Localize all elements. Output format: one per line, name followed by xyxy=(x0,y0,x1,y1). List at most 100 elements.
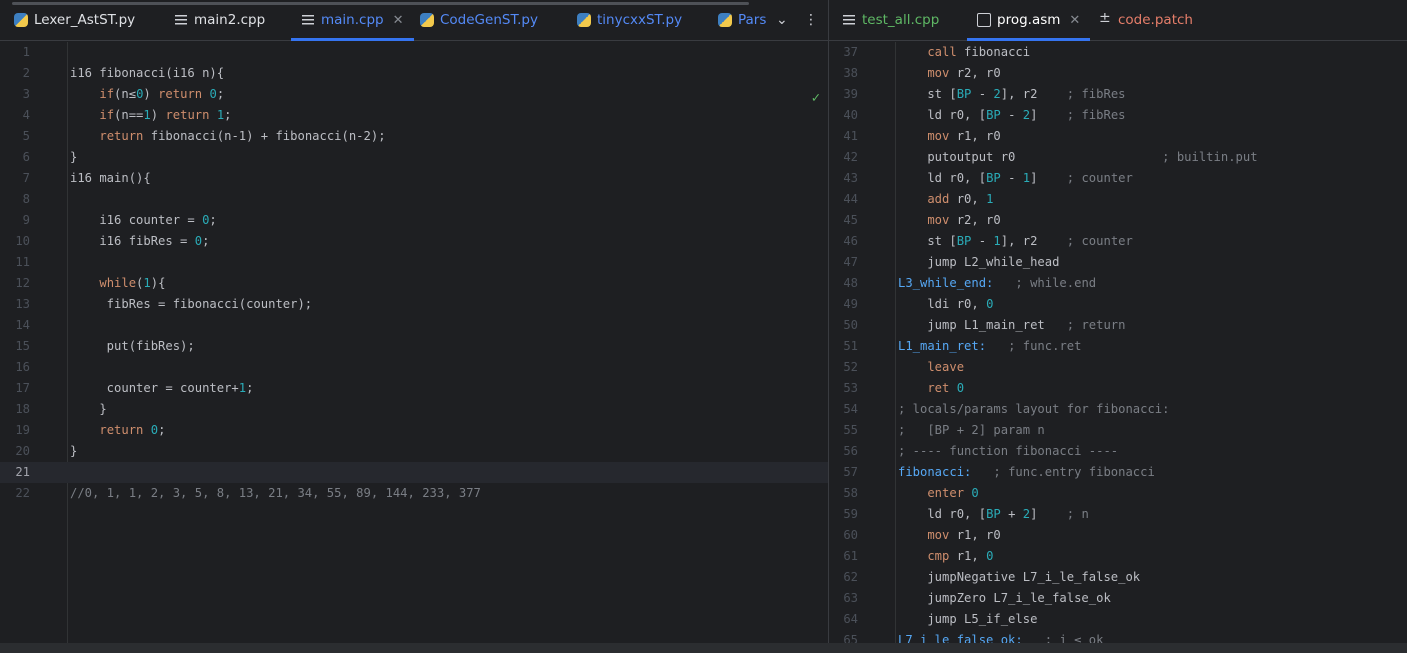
line-number: 52 xyxy=(843,360,858,374)
close-icon[interactable]: ✕ xyxy=(393,13,404,28)
line-number: 5 xyxy=(22,129,30,143)
line-number: 53 xyxy=(843,381,858,395)
code-text: counter = counter+1; xyxy=(70,381,254,395)
code-line[interactable]: 47 jump L2_while_head xyxy=(829,252,1407,273)
code-line[interactable]: 51 L1_main_ret: ; func.ret xyxy=(829,336,1407,357)
code-text: while(1){ xyxy=(99,276,166,290)
code-editor-main-cpp[interactable]: 1 2 i16 fibonacci(i16 n){3 if(n≤0) return … xyxy=(0,42,828,643)
code-line[interactable]: 46 st [BP - 1], r2 ; counter xyxy=(829,231,1407,252)
code-line[interactable]: 38 mov r2, r0 xyxy=(829,63,1407,84)
code-line[interactable]: 52 leave xyxy=(829,357,1407,378)
line-number: 11 xyxy=(15,255,30,269)
code-line[interactable]: 56 ; ---- function fibonacci ---- xyxy=(829,441,1407,462)
code-line[interactable]: 59 ld r0, [BP + 2] ; n xyxy=(829,504,1407,525)
code-editor-prog-asm[interactable]: 37 call fibonacci 38 mov r2, r0 39 st [BP … xyxy=(829,42,1407,643)
code-text: fibonacci: ; func.entry fibonacci xyxy=(898,465,1155,479)
code-line[interactable]: 57 fibonacci: ; func.entry fibonacci xyxy=(829,462,1407,483)
code-line[interactable]: 40 ld r0, [BP - 2] ; fibRes xyxy=(829,105,1407,126)
code-line[interactable]: 14 xyxy=(0,315,828,336)
tab-main2-cpp[interactable]: main2.cpp xyxy=(164,0,275,40)
code-line[interactable]: 13 fibRes = fibonacci(counter); xyxy=(0,294,828,315)
code-text: //0, 1, 1, 2, 3, 5, 8, 13, 21, 34, 55, 8… xyxy=(70,486,481,500)
code-line[interactable]: 61 cmp r1, 0 xyxy=(829,546,1407,567)
close-icon[interactable]: ✕ xyxy=(1069,13,1080,28)
code-line[interactable]: 49 ldi r0, 0 xyxy=(829,294,1407,315)
tab-tinycxxst-py[interactable]: tinycxxST.py xyxy=(567,0,692,40)
code-line[interactable]: 22 //0, 1, 1, 2, 3, 5, 8, 13, 21, 34, 55,… xyxy=(0,483,828,504)
code-line[interactable]: 18 } xyxy=(0,399,828,420)
code-line[interactable]: 55 ; [BP + 2] param n xyxy=(829,420,1407,441)
tab-bar-left: Lexer_AstST.py main2.cpp main.cpp ✕ CodeGenS… xyxy=(0,0,828,41)
tab-lexer-astst-py[interactable]: Lexer_AstST.py xyxy=(4,0,145,40)
code-line[interactable]: 50 jump L1_main_ret ; return xyxy=(829,315,1407,336)
tab-pars[interactable]: Pars xyxy=(708,0,776,40)
line-number: 8 xyxy=(22,192,30,206)
code-line[interactable]: 58 enter 0 xyxy=(829,483,1407,504)
code-line[interactable]: 39 st [BP - 2], r2 ; fibRes xyxy=(829,84,1407,105)
code-line[interactable]: 41 mov r1, r0 xyxy=(829,126,1407,147)
code-text: mov r2, r0 xyxy=(898,213,1001,227)
code-line[interactable]: 54 ; locals/params layout for fibonacci: xyxy=(829,399,1407,420)
code-line[interactable]: 11 xyxy=(0,252,828,273)
tab-prog-asm[interactable]: prog.asm ✕ xyxy=(967,0,1091,41)
code-line[interactable]: 19 return 0; xyxy=(0,420,828,441)
tab-test-all-cpp[interactable]: test_all.cpp xyxy=(832,0,949,40)
code-line[interactable]: 8 xyxy=(0,189,828,210)
code-text: mov r1, r0 xyxy=(898,528,1001,542)
code-line[interactable]: 62 jumpNegative L7_i_le_false_ok xyxy=(829,567,1407,588)
code-line[interactable]: 42 putoutput r0 ; builtin.put xyxy=(829,147,1407,168)
code-line[interactable]: 15 put(fibRes); xyxy=(0,336,828,357)
code-line[interactable]: 5 return fibonacci(n-1) + fibonacci(n-2)… xyxy=(0,126,828,147)
code-line[interactable]: 60 mov r1, r0 xyxy=(829,525,1407,546)
line-number: 54 xyxy=(843,402,858,416)
line-number: 16 xyxy=(15,360,30,374)
code-text: L7_i_le_false_ok: ; i ≤ ok xyxy=(898,633,1104,643)
tab-code-patch[interactable]: code.patch xyxy=(1088,0,1203,40)
code-line[interactable]: 45 mov r2, r0 xyxy=(829,210,1407,231)
line-number: 44 xyxy=(843,192,858,206)
code-line[interactable]: 43 ld r0, [BP - 1] ; counter xyxy=(829,168,1407,189)
code-line[interactable]: 17 counter = counter+1; xyxy=(0,378,828,399)
tab-codegenst-py[interactable]: CodeGenST.py xyxy=(410,0,548,40)
code-line[interactable]: 20} xyxy=(0,441,828,462)
code-line[interactable]: 21 xyxy=(0,462,828,483)
code-line[interactable]: 10 i16 fibRes = 0; xyxy=(0,231,828,252)
code-line[interactable]: 1 xyxy=(0,42,828,63)
line-number: 17 xyxy=(15,381,30,395)
code-line[interactable]: 12 while(1){ xyxy=(0,273,828,294)
code-line[interactable]: 48 L3_while_end: ; while.end xyxy=(829,273,1407,294)
more-options-icon[interactable]: ⋮ xyxy=(804,0,818,40)
code-text: i16 main(){ xyxy=(70,171,151,185)
code-line[interactable]: 44 add r0, 1 xyxy=(829,189,1407,210)
tab-label: tinycxxST.py xyxy=(597,12,683,28)
line-number: 13 xyxy=(15,297,30,311)
tab-label: Pars xyxy=(738,12,767,28)
code-line[interactable]: 7 i16 main(){ xyxy=(0,168,828,189)
line-number: 49 xyxy=(843,297,858,311)
line-number: 22 xyxy=(15,486,30,500)
tab-label: code.patch xyxy=(1118,12,1193,28)
code-line[interactable]: 63 jumpZero L7_i_le_false_ok xyxy=(829,588,1407,609)
code-line[interactable]: 4 if(n==1) return 1; xyxy=(0,105,828,126)
horizontal-scrollbar[interactable] xyxy=(0,643,1407,653)
code-text: return fibonacci(n-1) + fibonacci(n-2); xyxy=(99,129,386,143)
code-line[interactable]: 65 L7_i_le_false_ok: ; i ≤ ok xyxy=(829,630,1407,643)
line-number: 63 xyxy=(843,591,858,605)
tab-label: CodeGenST.py xyxy=(440,12,538,28)
line-number: 39 xyxy=(843,87,858,101)
tab-label: main.cpp xyxy=(321,12,384,28)
code-line[interactable]: 2 i16 fibonacci(i16 n){ xyxy=(0,63,828,84)
code-line[interactable]: 37 call fibonacci xyxy=(829,42,1407,63)
code-line[interactable]: 6} xyxy=(0,147,828,168)
code-line[interactable]: 53 ret 0 xyxy=(829,378,1407,399)
code-line[interactable]: 64 jump L5_if_else xyxy=(829,609,1407,630)
chevron-down-icon[interactable]: ⌄ xyxy=(776,0,788,40)
code-line[interactable]: 16 xyxy=(0,357,828,378)
tab-main-cpp[interactable]: main.cpp ✕ xyxy=(291,0,414,41)
line-number: 55 xyxy=(843,423,858,437)
code-text: jumpNegative L7_i_le_false_ok xyxy=(898,570,1141,584)
code-text: enter 0 xyxy=(898,486,979,500)
code-line[interactable]: 3 if(n≤0) return 0; xyxy=(0,84,828,105)
code-line[interactable]: 9 i16 counter = 0; xyxy=(0,210,828,231)
line-number: 1 xyxy=(22,45,30,59)
